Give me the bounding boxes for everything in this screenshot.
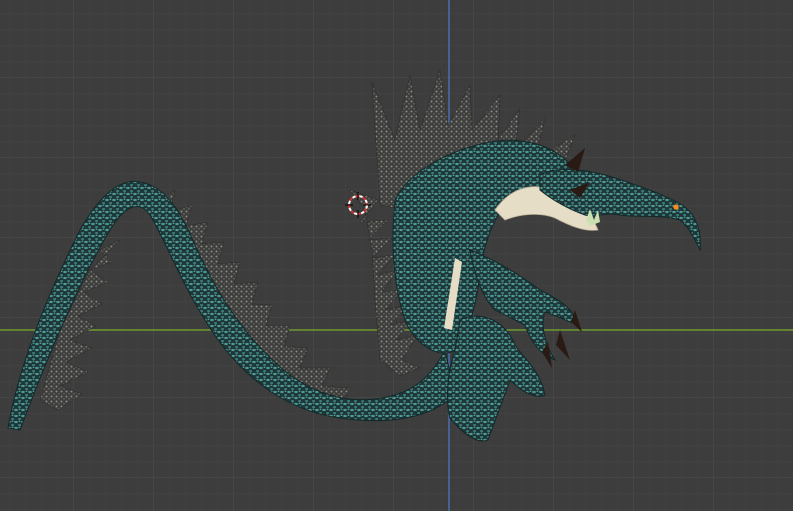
3d-viewport[interactable] xyxy=(0,0,793,511)
viewport-scene[interactable] xyxy=(0,0,793,511)
dragon-eye xyxy=(673,204,679,210)
